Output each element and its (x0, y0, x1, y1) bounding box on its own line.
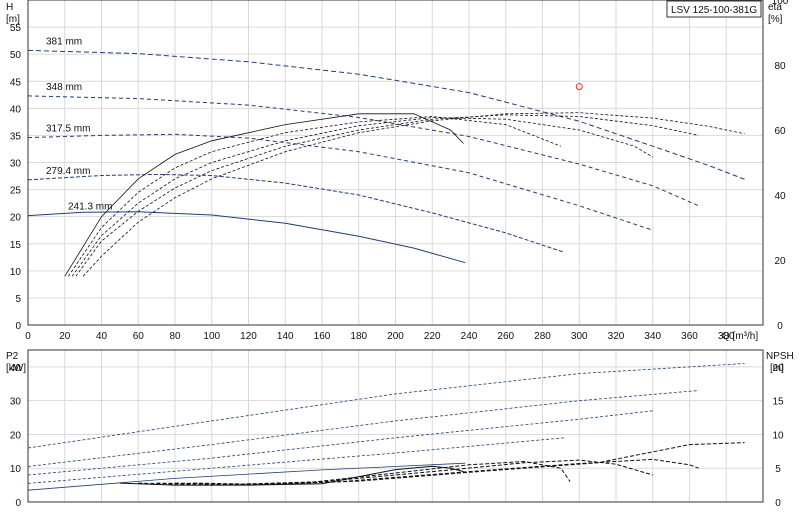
x-tick-label: 100 (203, 331, 220, 342)
x-tick-label: 220 (424, 331, 441, 342)
head-curve-label: 381 mm (46, 36, 82, 47)
npsh-tick-label: 5 (775, 464, 781, 475)
x-tick-label: 200 (387, 331, 404, 342)
eta-tick-label: 40 (774, 191, 786, 202)
curve-layer (27, 49, 745, 491)
x-tick-label: 340 (644, 331, 661, 342)
power-tick-label: 0 (15, 498, 21, 509)
eta-axis-label: eta (768, 2, 782, 13)
npsh-axis-label: NPSH (766, 351, 794, 362)
head-tick-label: 45 (10, 77, 22, 88)
power-curve (27, 390, 699, 467)
power-tick-label: 20 (10, 430, 22, 441)
npsh-tick-label: 10 (772, 430, 784, 441)
efficiency-curve (75, 114, 699, 277)
head-tick-label: 0 (15, 321, 21, 332)
model-label: LSV 125-100-381G (671, 5, 757, 16)
x-tick-label: 300 (571, 331, 588, 342)
eta-tick-label: 0 (777, 321, 783, 332)
head-curve (27, 49, 745, 180)
npsh-tick-label: 15 (772, 397, 784, 408)
head-tick-label: 25 (10, 186, 22, 197)
head-tick-label: 15 (10, 240, 22, 251)
power-tick-label: 30 (10, 397, 22, 408)
power-tick-label: 10 (10, 464, 22, 475)
head-curve (27, 173, 565, 253)
label-layer: 0 20 40 60 80 100 120 140 160 180 200 220 240 260 280 3… (10, 0, 789, 509)
head-curve (27, 211, 466, 264)
power-curve (27, 437, 565, 484)
head-curve-label: 279.4 mm (46, 166, 90, 177)
efficiency-curve (71, 117, 654, 277)
flow-axis-label: Q [m³/h] (722, 331, 758, 342)
npsh-axis-unit: [m] (770, 363, 784, 374)
x-tick-label: 160 (314, 331, 331, 342)
head-tick-label: 20 (10, 213, 22, 224)
x-tick-label: 260 (497, 331, 514, 342)
x-tick-label: 360 (681, 331, 698, 342)
x-tick-label: 0 (25, 331, 31, 342)
x-tick-label: 80 (169, 331, 181, 342)
npsh-tick-label: 0 (775, 498, 781, 509)
power-curve (27, 363, 745, 449)
head-tick-label: 10 (10, 267, 22, 278)
eta-axis-unit: [%] (768, 14, 783, 25)
head-tick-label: 30 (10, 159, 22, 170)
head-axis-label: H (6, 2, 13, 13)
x-tick-label: 120 (240, 331, 257, 342)
eta-tick-label: 60 (774, 126, 786, 137)
head-curve-label: 317.5 mm (46, 124, 90, 135)
pump-performance-chart: 0 20 40 60 80 100 120 140 160 180 200 220 240 260 280 3… (6, 0, 794, 509)
eta-tick-label: 80 (774, 61, 786, 72)
efficiency-curve (64, 113, 464, 277)
eta-tick-label: 20 (774, 256, 786, 267)
x-tick-label: 40 (96, 331, 108, 342)
head-tick-label: 50 (10, 50, 22, 61)
power-axis-unit: [kW] (6, 363, 26, 374)
x-tick-label: 60 (133, 331, 145, 342)
head-tick-label: 40 (10, 104, 22, 115)
x-tick-label: 180 (350, 331, 367, 342)
npsh-curve (174, 458, 699, 485)
x-tick-label: 280 (534, 331, 551, 342)
x-tick-label: 320 (608, 331, 625, 342)
power-axis-label: P2 (6, 351, 19, 362)
head-tick-label: 35 (10, 131, 22, 142)
head-curve (27, 133, 653, 231)
x-tick-label: 140 (277, 331, 294, 342)
grid-layer (28, 0, 763, 502)
head-curve-label: 241.3 mm (68, 202, 112, 213)
head-curve-label: 348 mm (46, 82, 82, 93)
head-axis-unit: [m] (6, 14, 20, 25)
efficiency-curve (82, 112, 745, 277)
efficiency-curve (68, 116, 562, 277)
x-tick-label: 240 (461, 331, 478, 342)
x-tick-label: 20 (59, 331, 71, 342)
head-tick-label: 5 (15, 294, 21, 305)
